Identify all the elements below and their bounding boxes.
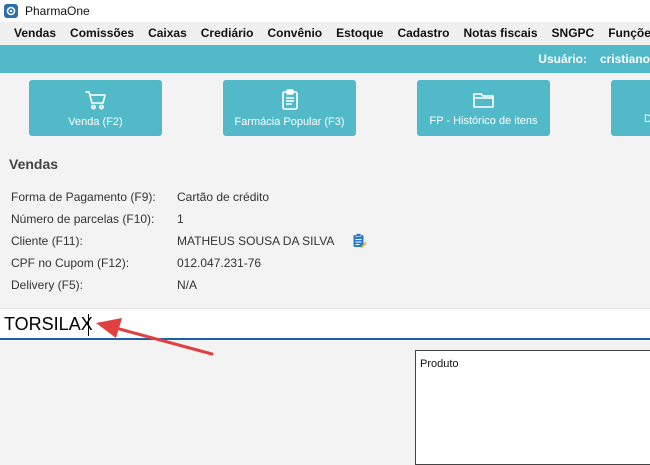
- installments-label: Número de parcelas (F10):: [11, 212, 155, 226]
- cpf-value: 012.047.231-76: [177, 256, 262, 270]
- menu-comissoes[interactable]: Comissões: [63, 22, 141, 45]
- fp-historico-button-label: FP - Histórico de itens: [429, 114, 538, 127]
- cart-icon: [84, 90, 106, 109]
- clipboard-icon: [281, 88, 298, 110]
- payment-label: Forma de Pagamento (F9):: [11, 190, 156, 204]
- fp-historico-button[interactable]: FP - Histórico de itens: [417, 80, 550, 136]
- product-table[interactable]: Produto: [415, 350, 650, 465]
- lower-area: Produto: [0, 340, 650, 465]
- farmacia-popular-button-label: Farmácia Popular (F3): [234, 115, 345, 128]
- menu-caixas[interactable]: Caixas: [141, 22, 194, 45]
- user-label: Usuário:: [538, 52, 587, 66]
- menu-funcoes[interactable]: Funções a: [601, 22, 650, 45]
- section-title: Vendas: [9, 156, 59, 172]
- menu-notas-fiscais[interactable]: Notas fiscais: [456, 22, 544, 45]
- product-column-header: Produto: [420, 358, 459, 370]
- client-value: MATHEUS SOUSA DA SILVA: [177, 234, 335, 248]
- installments-row[interactable]: Número de parcelas (F10): 1: [0, 208, 650, 230]
- menu-vendas[interactable]: Vendas: [0, 22, 63, 45]
- window-title: PharmaOne: [25, 4, 90, 18]
- title-bar: PharmaOne: [0, 0, 650, 22]
- menu-sngpc[interactable]: SNGPC: [545, 22, 602, 45]
- folder-icon: [472, 92, 494, 108]
- client-row[interactable]: Cliente (F11): MATHEUS SOUSA DA SILVA: [0, 230, 650, 252]
- action-toolbar: Venda (F2) Farmácia Popular (F3) FP - Hi…: [0, 73, 650, 145]
- farmacia-popular-button[interactable]: Farmácia Popular (F3): [223, 80, 356, 136]
- product-search-field[interactable]: [0, 308, 650, 340]
- delivery-row[interactable]: Delivery (F5): N/A: [0, 274, 650, 296]
- payment-row[interactable]: Forma de Pagamento (F9): Cartão de crédi…: [0, 186, 650, 208]
- app-logo-icon: [4, 4, 18, 18]
- text-caret: [88, 314, 89, 336]
- product-search-input[interactable]: [4, 312, 644, 336]
- payment-value: Cartão de crédito: [177, 190, 270, 204]
- partial-action-button-label: D: [644, 112, 650, 125]
- user-name: cristiano: [599, 52, 650, 66]
- client-label: Cliente (F11):: [11, 234, 83, 248]
- venda-button-label: Venda (F2): [68, 115, 123, 128]
- delivery-value: N/A: [177, 278, 198, 292]
- menu-cadastro[interactable]: Cadastro: [390, 22, 456, 45]
- menu-estoque[interactable]: Estoque: [329, 22, 390, 45]
- menu-crediario[interactable]: Crediário: [194, 22, 261, 45]
- delivery-label: Delivery (F5):: [11, 278, 84, 292]
- installments-value: 1: [177, 212, 184, 226]
- menu-convenio[interactable]: Convênio: [260, 22, 329, 45]
- edit-client-icon[interactable]: [352, 232, 367, 248]
- cpf-label: CPF no Cupom (F12):: [11, 256, 130, 270]
- menu-bar: Vendas Comissões Caixas Crediário Convên…: [0, 22, 650, 45]
- user-bar: Usuário: cristiano: [0, 45, 650, 73]
- partial-action-button[interactable]: D: [611, 80, 650, 136]
- cpf-row[interactable]: CPF no Cupom (F12): 012.047.231-76: [0, 252, 650, 274]
- venda-button[interactable]: Venda (F2): [29, 80, 162, 136]
